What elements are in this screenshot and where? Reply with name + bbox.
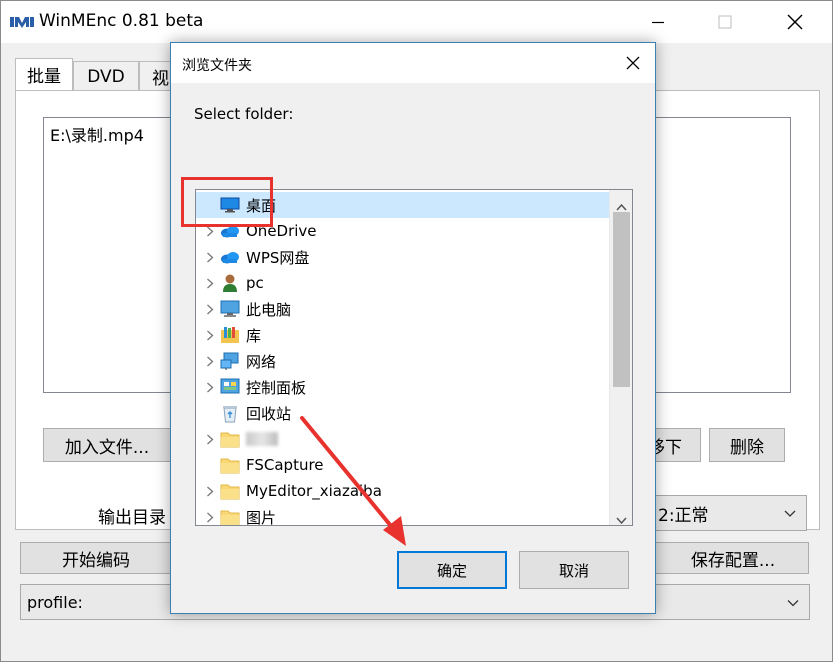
tree-item-label: 网络 xyxy=(246,352,277,371)
close-button[interactable] xyxy=(772,1,818,43)
chevron-right-icon[interactable] xyxy=(202,512,218,523)
browse-folder-dialog: 浏览文件夹 Select folder: 桌面 OneDrive WPS网盘 pc 此电… xyxy=(170,42,656,614)
network-icon xyxy=(220,351,240,371)
tree-item-label: 库 xyxy=(246,326,262,345)
tree-item-label: 此电脑 xyxy=(246,300,292,319)
close-icon xyxy=(626,56,640,70)
user-icon xyxy=(220,273,240,293)
scroll-down-icon[interactable] xyxy=(616,510,627,525)
tree-item-label: WPS网盘 xyxy=(246,248,310,267)
control-panel-icon xyxy=(220,377,240,397)
tab-dvd[interactable]: DVD xyxy=(73,61,139,91)
window-title: WinMEnc 0.81 beta xyxy=(39,11,204,31)
chevron-right-icon[interactable] xyxy=(202,252,218,263)
tree-scrollbar[interactable] xyxy=(609,190,632,525)
tree-item[interactable]: 网络 xyxy=(196,348,610,374)
tree-item[interactable] xyxy=(196,426,610,452)
library-icon xyxy=(220,325,240,345)
folder-icon xyxy=(220,429,240,449)
tree-item[interactable]: 库 xyxy=(196,322,610,348)
tab-video[interactable]: 视 xyxy=(139,61,173,91)
tree-item[interactable]: WPS网盘 xyxy=(196,244,610,270)
minimize-button[interactable] xyxy=(635,1,681,43)
list-item[interactable]: E:\录制.mp4 xyxy=(50,122,144,146)
computer-icon xyxy=(220,299,240,319)
chevron-right-icon[interactable] xyxy=(202,434,218,445)
ok-button[interactable]: 确定 xyxy=(397,551,507,589)
folder-icon xyxy=(220,455,240,475)
chevron-down-icon xyxy=(784,503,796,523)
delete-button[interactable]: 删除 xyxy=(709,428,785,462)
dialog-title-bar: 浏览文件夹 xyxy=(171,43,655,83)
chevron-right-icon[interactable] xyxy=(202,304,218,315)
scrollbar-thumb[interactable] xyxy=(613,212,630,387)
title-bar: WinMEnc 0.81 beta xyxy=(1,1,832,43)
dialog-prompt: Select folder: xyxy=(194,105,294,123)
tree-item-label: 控制面板 xyxy=(246,378,307,397)
tree-item-label: 回收站 xyxy=(246,404,292,423)
tree-item-label: 图片 xyxy=(246,508,277,526)
tree-item[interactable]: 控制面板 xyxy=(196,374,610,400)
tree-item[interactable]: FSCapture xyxy=(196,452,610,478)
tab-batch[interactable]: 批量 xyxy=(15,58,73,90)
folder-tree[interactable]: 桌面 OneDrive WPS网盘 pc 此电脑库网络 控制面板 回收站 FSCapture M… xyxy=(195,189,633,526)
tree-item-label: pc xyxy=(246,274,264,292)
folder-icon xyxy=(220,481,240,501)
tree-item-label: FSCapture xyxy=(246,456,324,474)
tree-item[interactable]: 此电脑 xyxy=(196,296,610,322)
folder-icon xyxy=(220,507,240,525)
chevron-right-icon[interactable] xyxy=(202,226,218,237)
chevron-right-icon[interactable] xyxy=(202,486,218,497)
tree-item-label xyxy=(246,432,278,446)
cloud-icon xyxy=(220,247,240,267)
tree-item-label: MyEditor_xiazaiba xyxy=(246,482,382,500)
tree-item[interactable]: pc xyxy=(196,270,610,296)
maximize-button[interactable] xyxy=(702,1,748,43)
start-encode-button[interactable]: 开始编码 xyxy=(20,542,172,574)
app-logo-icon xyxy=(10,14,34,34)
save-config-button[interactable]: 保存配置... xyxy=(641,542,809,574)
tree-item[interactable]: 回收站 xyxy=(196,400,610,426)
selection-highlight-box xyxy=(181,177,273,227)
chevron-right-icon[interactable] xyxy=(202,278,218,289)
tree-item[interactable]: MyEditor_xiazaiba xyxy=(196,478,610,504)
add-files-button[interactable]: 加入文件... xyxy=(43,428,171,462)
chevron-right-icon[interactable] xyxy=(202,356,218,367)
tree-item[interactable]: 图片 xyxy=(196,504,610,526)
dialog-close-button[interactable] xyxy=(611,43,655,83)
chevron-right-icon[interactable] xyxy=(202,382,218,393)
chevron-right-icon[interactable] xyxy=(202,330,218,341)
cancel-button[interactable]: 取消 xyxy=(519,551,629,589)
chevron-down-icon xyxy=(787,593,799,612)
output-dir-label: 输出目录 xyxy=(98,508,166,528)
recycle-bin-icon xyxy=(220,403,240,423)
dialog-title: 浏览文件夹 xyxy=(182,58,252,74)
